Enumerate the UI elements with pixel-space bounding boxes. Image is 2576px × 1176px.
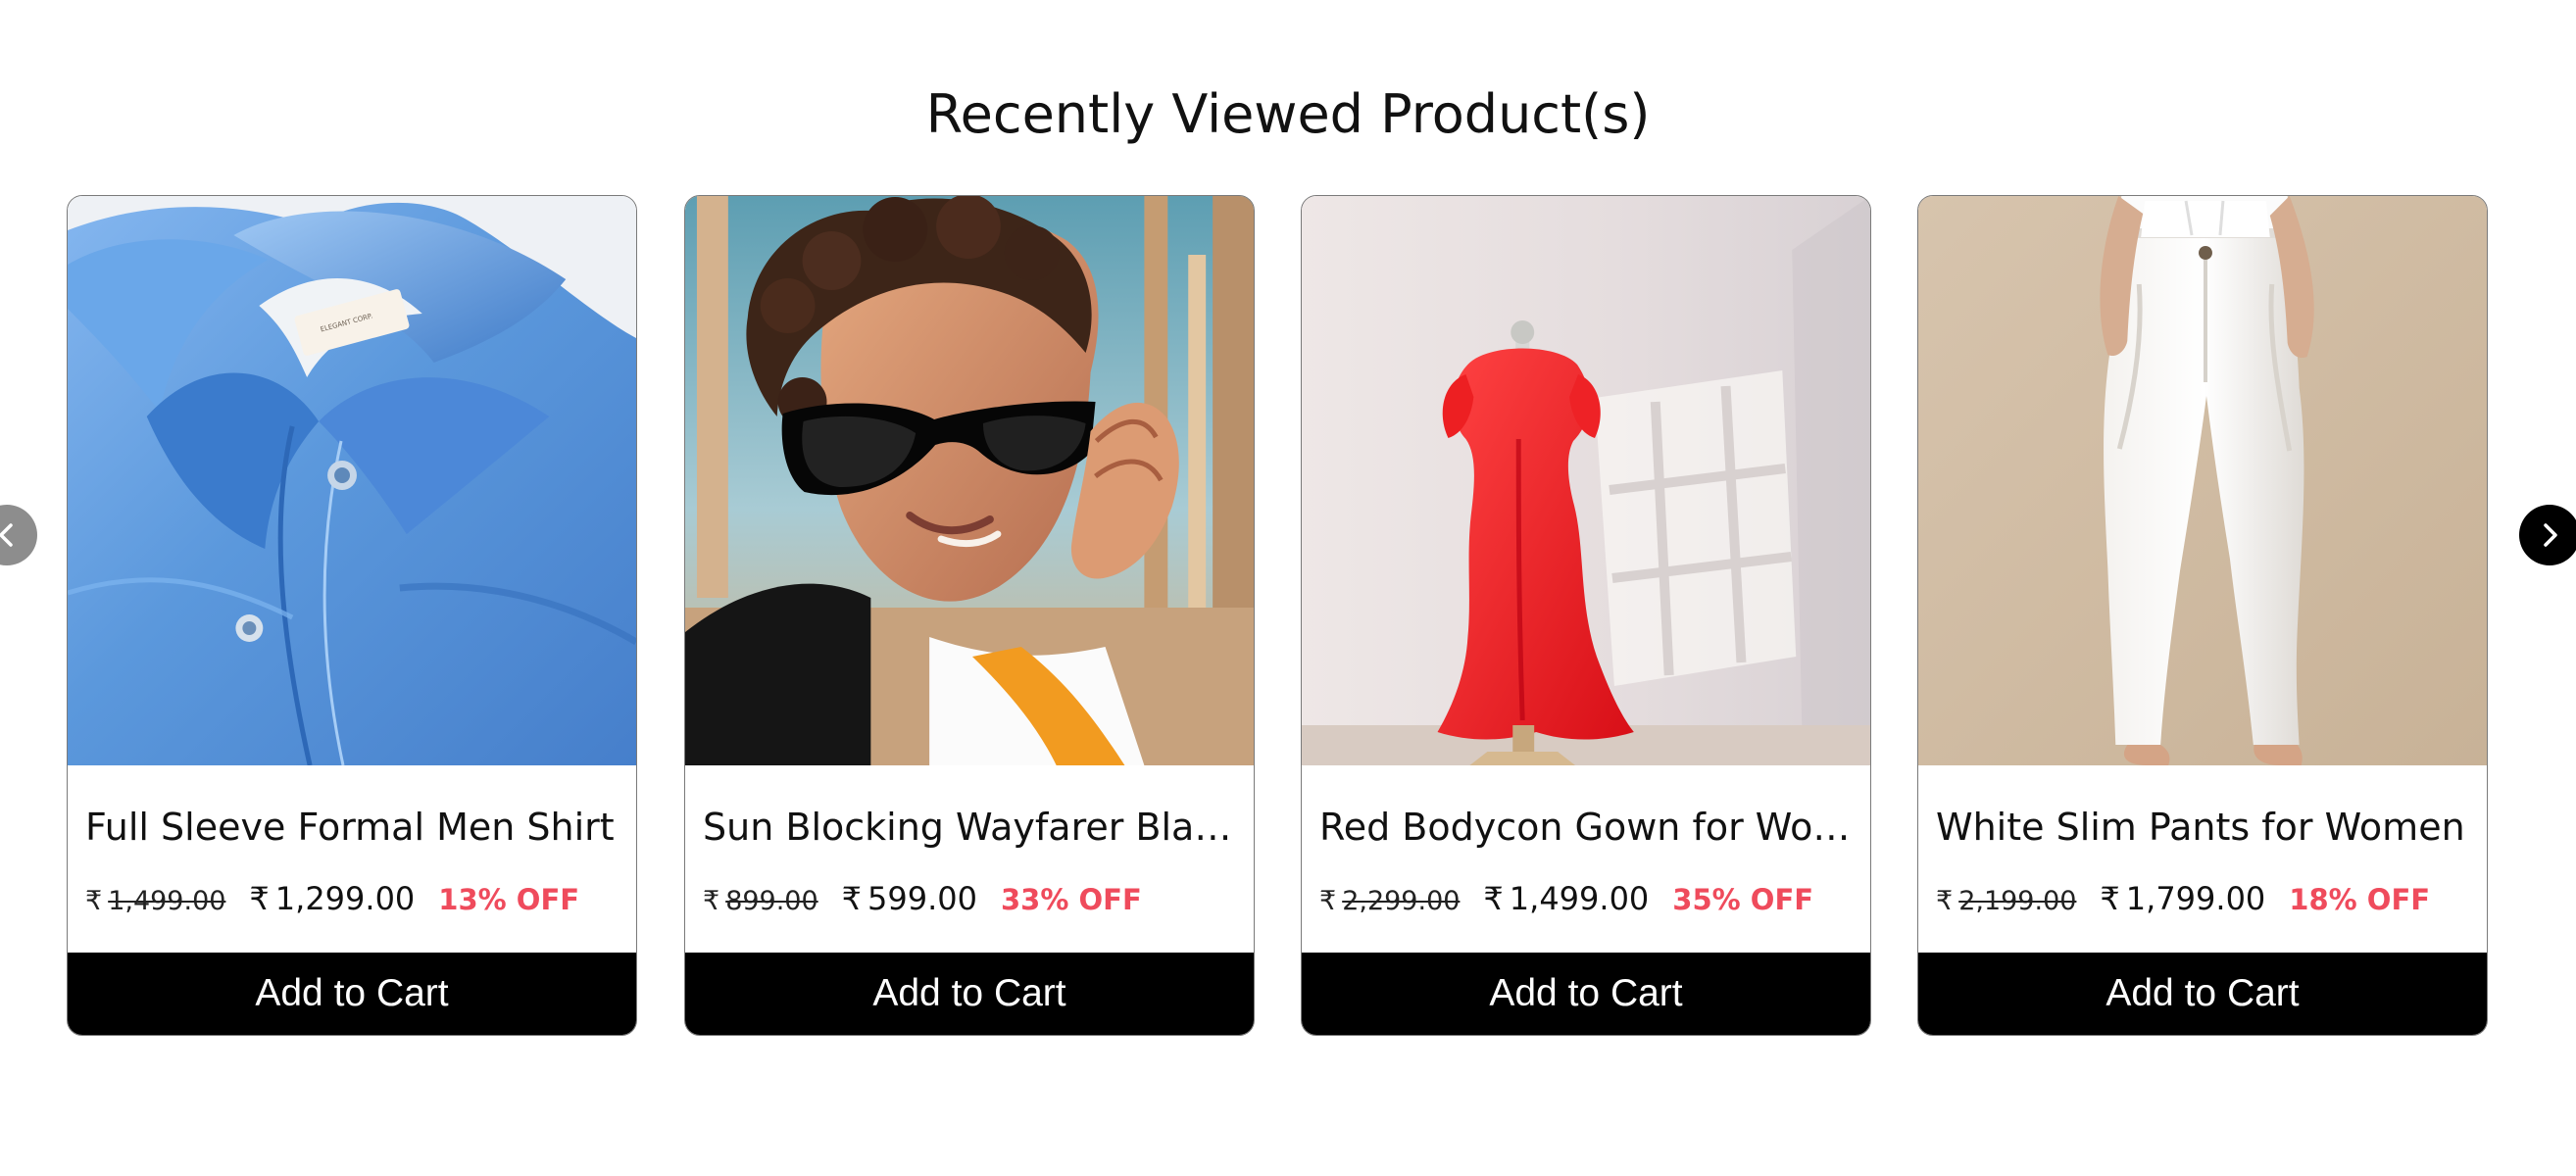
price-row: ₹1,499.00 ₹1,299.00 13% OFF	[85, 880, 626, 921]
product-title[interactable]: White Slim Pants for Women	[1936, 804, 2469, 851]
product-card-sun-blocking-wayfarer-black[interactable]: Sun Blocking Wayfarer Black ₹899.00 ₹599…	[684, 195, 1255, 1036]
discount-badge: 33% OFF	[1001, 883, 1142, 916]
sale-price: ₹1,299.00	[249, 880, 416, 917]
sale-price: ₹599.00	[841, 880, 977, 917]
product-title[interactable]: Red Bodycon Gown for Women	[1319, 804, 1853, 851]
product-card-full-sleeve-formal-men-shirt[interactable]: ELEGANT CORP. Full Sleeve Formal Men Shi…	[67, 195, 637, 1036]
discount-badge: 18% OFF	[2289, 883, 2431, 916]
original-price: ₹2,199.00	[1936, 886, 2077, 916]
price-row: ₹2,299.00 ₹1,499.00 35% OFF	[1319, 880, 1860, 921]
add-to-cart-button[interactable]: Add to Cart	[1918, 953, 2487, 1035]
original-price: ₹899.00	[703, 886, 818, 916]
discount-badge: 35% OFF	[1672, 883, 1814, 916]
product-image-white-pants[interactable]	[1918, 196, 2487, 765]
chevron-right-icon	[2534, 519, 2565, 551]
section-title: Recently Viewed Product(s)	[925, 83, 1651, 145]
add-to-cart-button[interactable]: Add to Cart	[68, 953, 636, 1035]
product-carousel: ELEGANT CORP. Full Sleeve Formal Men Shi…	[67, 195, 2491, 1038]
add-to-cart-button[interactable]: Add to Cart	[685, 953, 1254, 1035]
carousel-next-button[interactable]	[2519, 505, 2576, 565]
sale-price: ₹1,499.00	[1483, 880, 1650, 917]
product-card-white-slim-pants-for-women[interactable]: White Slim Pants for Women ₹2,199.00 ₹1,…	[1917, 195, 2488, 1036]
product-image-red-dress[interactable]	[1302, 196, 1870, 765]
original-price: ₹1,499.00	[85, 886, 226, 916]
product-card-red-bodycon-gown-for-women[interactable]: Red Bodycon Gown for Women ₹2,299.00 ₹1,…	[1301, 195, 1871, 1036]
product-image-sunglasses-model[interactable]	[685, 196, 1254, 765]
sale-price: ₹1,799.00	[2100, 880, 2266, 917]
price-row: ₹899.00 ₹599.00 33% OFF	[703, 880, 1244, 921]
product-title[interactable]: Full Sleeve Formal Men Shirt	[85, 804, 619, 851]
recently-viewed-section: Recently Viewed Product(s) ELEGANT CORP.…	[0, 0, 2576, 1176]
price-row: ₹2,199.00 ₹1,799.00 18% OFF	[1936, 880, 2477, 921]
original-price: ₹2,299.00	[1319, 886, 1461, 916]
product-image-blue-shirt[interactable]: ELEGANT CORP.	[68, 196, 636, 765]
discount-badge: 13% OFF	[438, 883, 580, 916]
chevron-left-icon	[0, 519, 23, 551]
add-to-cart-button[interactable]: Add to Cart	[1302, 953, 1870, 1035]
product-title[interactable]: Sun Blocking Wayfarer Black	[703, 804, 1236, 851]
carousel-prev-button[interactable]	[0, 505, 37, 565]
